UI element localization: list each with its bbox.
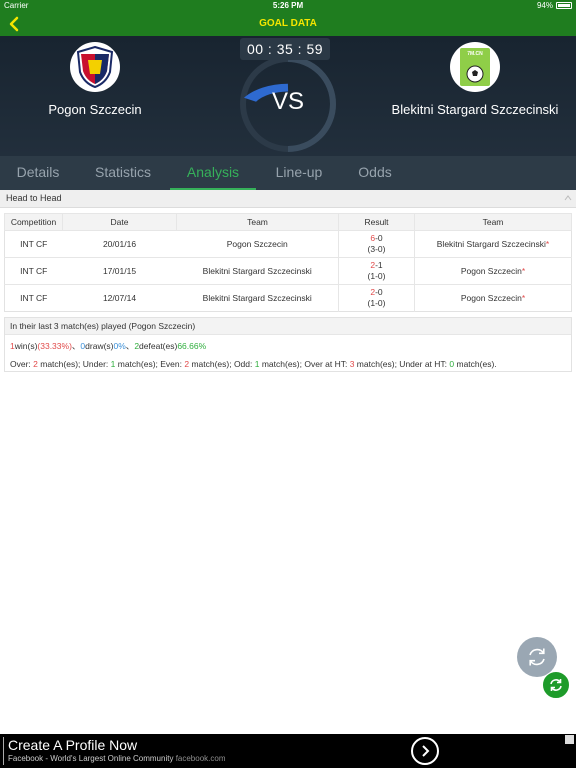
ad-open-button[interactable] xyxy=(411,737,439,765)
ad-description: Facebook - World's Largest Online Commun… xyxy=(8,754,174,763)
tab-statistics[interactable]: Statistics xyxy=(76,156,170,190)
result-cell: 2-0 (1-0) xyxy=(338,284,415,312)
star-marker: * xyxy=(521,293,526,303)
away-logo-text: 7M.CN xyxy=(467,51,483,57)
defeat-percent: 66.66% xyxy=(177,341,207,351)
half-time-score: (1-0) xyxy=(367,298,386,308)
defeat-label: defeat(es) xyxy=(139,341,178,351)
clock: 5:26 PM xyxy=(272,1,304,10)
home-team-cell: Blekitni Stargard Szczecinski xyxy=(176,284,339,312)
result-cell: 6-0 (3-0) xyxy=(338,230,415,258)
head-to-head-header[interactable]: Head to Head xyxy=(0,190,576,208)
battery-icon xyxy=(556,2,572,9)
table-header-row: Competition Date Team Result Team xyxy=(4,213,572,231)
win-draw-defeat-line: 1win(s)(33.33%)、0draw(s)0%、2defeat(es)66… xyxy=(5,340,571,352)
section-title: Head to Head xyxy=(6,193,62,203)
tab-analysis[interactable]: Analysis xyxy=(170,156,256,190)
ad-banner[interactable]: Create A Profile Now Facebook - World's … xyxy=(0,734,576,768)
home-team-name: Pogon Szczecin xyxy=(48,102,142,117)
star-marker: * xyxy=(545,239,550,249)
column-header: Competition xyxy=(4,213,63,231)
win-percent: (33.33%) xyxy=(37,341,72,351)
tab-bar: Details Statistics Analysis Line-up Odds xyxy=(0,156,576,190)
chevron-right-icon xyxy=(422,745,430,757)
away-team-logo: 7M.CN xyxy=(450,42,500,92)
table-row[interactable]: INT CF 12/07/14 Blekitni Stargard Szczec… xyxy=(4,284,572,312)
tab-line-up[interactable]: Line-up xyxy=(256,156,342,190)
ad-subtext: Facebook - World's Largest Online Commun… xyxy=(8,754,226,763)
tab-odds[interactable]: Odds xyxy=(342,156,408,190)
half-time-score: (1-0) xyxy=(367,271,386,281)
refresh-icon xyxy=(529,648,545,666)
odd-label: match(es); Odd: xyxy=(189,359,255,369)
even-label: match(es); Even: xyxy=(115,359,185,369)
nav-bar: GOAL DATA xyxy=(0,12,576,36)
home-team-cell: Pogon Szczecin xyxy=(176,230,339,258)
score-right: 0 xyxy=(377,287,383,297)
draw-label: draw(s) xyxy=(85,341,114,351)
star-marker: * xyxy=(521,266,526,276)
competition-cell: INT CF xyxy=(4,284,63,312)
battery-indicator: 94% xyxy=(537,1,572,10)
sync-icon xyxy=(550,679,562,691)
page-title: GOAL DATA xyxy=(259,18,317,29)
battery-percent: 94% xyxy=(536,1,553,10)
tab-details[interactable]: Details xyxy=(0,156,76,190)
away-team[interactable]: 7M.CN Blekitni Stargard Szczecinski xyxy=(380,42,570,117)
home-team[interactable]: Pogon Szczecin xyxy=(30,42,160,117)
home-team-cell: Blekitni Stargard Szczecinski xyxy=(176,257,339,285)
recent-form-title: In their last 3 match(es) played (Pogon … xyxy=(5,318,571,335)
table-row[interactable]: INT CF 20/01/16 Pogon Szczecin 6-0 (3-0)… xyxy=(4,230,572,258)
chevron-up-icon[interactable] xyxy=(564,194,572,202)
ad-divider xyxy=(3,737,4,765)
team-name: Blekitni Stargard Szczecinski xyxy=(436,239,546,249)
team-name: Pogon Szczecin xyxy=(460,293,522,303)
auto-refresh-button[interactable] xyxy=(542,671,570,699)
ad-headline[interactable]: Create A Profile Now xyxy=(8,737,137,753)
competition-cell: INT CF xyxy=(4,230,63,258)
ad-choices-icon[interactable] xyxy=(565,735,574,744)
away-team-cell: Blekitni Stargard Szczecinski* xyxy=(414,230,572,258)
shield-crest-icon xyxy=(76,46,114,88)
away-team-name: Blekitni Stargard Szczecinski xyxy=(391,102,559,117)
ad-domain: facebook.com xyxy=(175,754,226,763)
match-timer: 00 : 35 : 59 xyxy=(240,38,330,60)
table-row[interactable]: INT CF 17/01/15 Blekitni Stargard Szczec… xyxy=(4,257,572,285)
goals-stats-line: Over: 2 match(es); Under: 1 match(es); E… xyxy=(5,359,571,369)
result-cell: 2-1 (1-0) xyxy=(338,257,415,285)
date-cell: 17/01/15 xyxy=(62,257,177,285)
away-team-cell: Pogon Szczecin* xyxy=(414,284,572,312)
under-ht-label: match(es); Under at HT: xyxy=(354,359,450,369)
competition-cell: INT CF xyxy=(4,257,63,285)
home-team-logo xyxy=(70,42,120,92)
column-header: Date xyxy=(62,213,177,231)
head-to-head-table: Competition Date Team Result Team INT CF… xyxy=(4,213,572,312)
column-header: Team xyxy=(414,213,572,231)
away-team-cell: Pogon Szczecin* xyxy=(414,257,572,285)
under-label: match(es); Under: xyxy=(37,359,111,369)
vs-label: VS xyxy=(271,88,304,115)
score-right: 1 xyxy=(377,260,383,270)
over-label: Over: xyxy=(10,359,34,369)
date-cell: 20/01/16 xyxy=(62,230,177,258)
half-time-score: (3-0) xyxy=(367,244,386,254)
soccer-ball-icon xyxy=(466,65,484,83)
over-ht-label: match(es); Over at HT: xyxy=(259,359,350,369)
recent-form-summary: In their last 3 match(es) played (Pogon … xyxy=(4,317,572,372)
draw-percent: 0% xyxy=(113,341,126,351)
column-header: Result xyxy=(338,213,415,231)
column-header: Team xyxy=(176,213,339,231)
win-label: win(s) xyxy=(14,341,38,351)
status-bar: Carrier 5:26 PM 94% xyxy=(0,0,576,12)
ball-badge-icon: 7M.CN xyxy=(460,48,490,86)
team-name: Pogon Szczecin xyxy=(460,266,522,276)
score-right: 0 xyxy=(377,233,383,243)
date-cell: 12/07/14 xyxy=(62,284,177,312)
tail-label: match(es). xyxy=(454,359,497,369)
match-header: 00 : 35 : 59 VS Pogon Szczecin 7M.CN Ble… xyxy=(0,36,576,156)
